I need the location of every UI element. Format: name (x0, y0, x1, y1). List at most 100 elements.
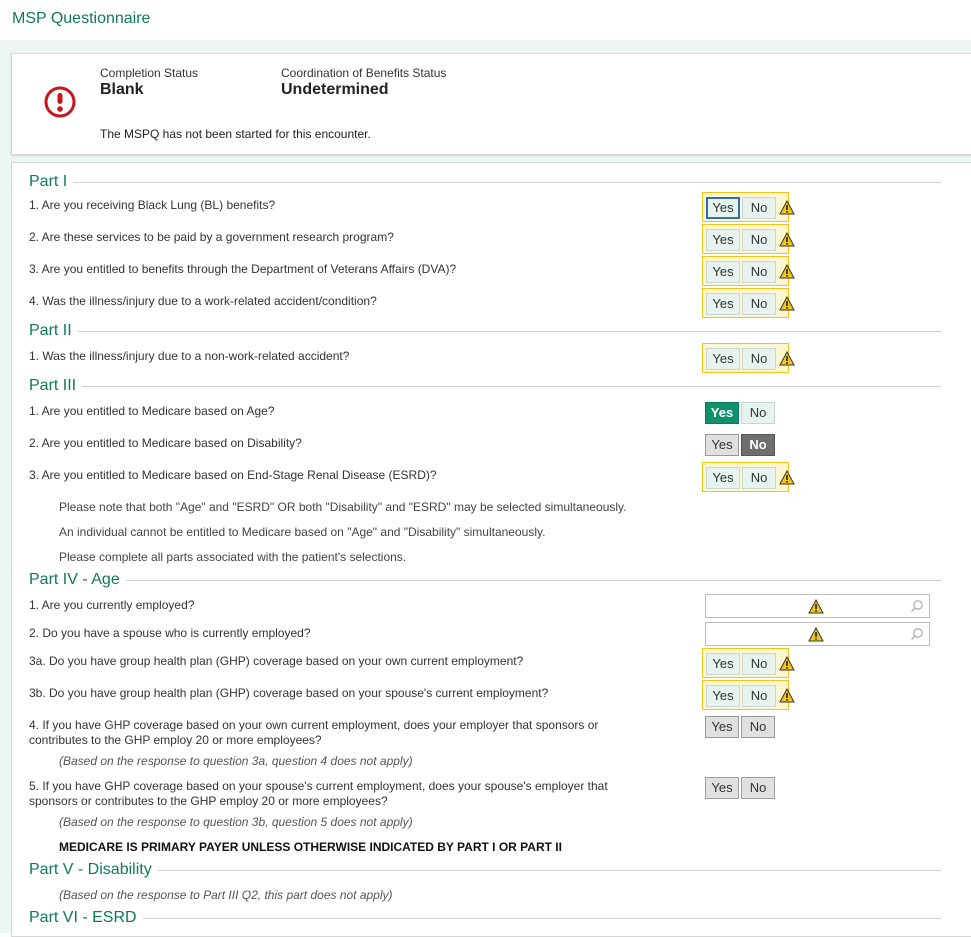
search-icon[interactable] (910, 627, 924, 641)
no-button[interactable]: No (742, 653, 776, 675)
part4-q4-label-line1: 4. If you have GHP coverage based on you… (29, 718, 599, 732)
divider (157, 869, 941, 871)
warning-icon (779, 688, 795, 703)
yes-button-disabled[interactable]: Yes (705, 716, 739, 738)
completion-status-label: Completion Status (100, 66, 199, 80)
no-button[interactable]: No (742, 348, 776, 370)
no-button[interactable]: No (742, 229, 776, 251)
part4-q1-label: 1. Are you currently employed? (29, 598, 195, 612)
part-5-title: Part V - Disability (29, 861, 152, 878)
warning-icon (779, 296, 795, 311)
part3-q2-toggle: Yes No (702, 430, 789, 460)
part3-q1-toggle: Yes No (702, 398, 789, 428)
part4-q3a-label: 3a. Do you have group health plan (GHP) … (29, 654, 524, 668)
no-button[interactable]: No (742, 293, 776, 315)
part-2-header: Part II (29, 321, 941, 341)
part1-q2-toggle: Yes No (702, 224, 789, 254)
part1-q4-label: 4. Was the illness/injury due to a work-… (29, 294, 377, 308)
part1-q2-label: 2. Are these services to be paid by a go… (29, 230, 394, 244)
part-3-title: Part III (29, 377, 77, 394)
part1-q3-toggle: Yes No (702, 256, 789, 286)
no-button[interactable]: No (742, 261, 776, 283)
no-button[interactable]: No (742, 467, 776, 489)
completion-status-value: Blank (100, 81, 144, 98)
yes-button-disabled[interactable]: Yes (705, 777, 739, 799)
part2-q1-toggle: Yes No (702, 343, 789, 373)
part-2-title: Part II (29, 322, 72, 339)
part4-q2-label: 2. Do you have a spouse who is currently… (29, 626, 311, 640)
divider (73, 181, 941, 183)
questionnaire-form: Part I 1. Are you receiving Black Lung (… (11, 162, 971, 937)
yes-button[interactable]: Yes (706, 348, 740, 370)
alert-icon (44, 86, 76, 118)
part1-q3-label: 3. Are you entitled to benefits through … (29, 262, 457, 276)
part1-q4-toggle: Yes No (702, 288, 789, 318)
status-message: The MSPQ has not been started for this e… (100, 127, 371, 141)
warning-icon (808, 627, 824, 642)
medicare-primary-note: MEDICARE IS PRIMARY PAYER UNLESS OTHERWI… (59, 840, 562, 854)
divider (142, 917, 941, 919)
warning-icon (779, 656, 795, 671)
no-button-selected[interactable]: No (741, 434, 775, 456)
part1-q1-label: 1. Are you receiving Black Lung (BL) ben… (29, 198, 276, 212)
part4-q4-label-line2: contributes to the GHP employ 20 or more… (29, 733, 322, 747)
no-button-disabled[interactable]: No (741, 716, 775, 738)
part4-q1-select[interactable] (705, 594, 930, 618)
yes-button-selected[interactable]: Yes (705, 402, 739, 424)
part3-note-3: Please complete all parts associated wit… (59, 550, 407, 564)
part2-q1-label: 1. Was the illness/injury due to a non-w… (29, 349, 350, 363)
part3-q1-label: 1. Are you entitled to Medicare based on… (29, 404, 275, 418)
yes-button[interactable]: Yes (706, 293, 740, 315)
yes-button[interactable]: Yes (706, 261, 740, 283)
part-1-header: Part I (29, 172, 941, 192)
no-button-disabled[interactable]: No (741, 777, 775, 799)
no-button[interactable]: No (741, 402, 775, 424)
part-6-title: Part VI - ESRD (29, 909, 137, 926)
part4-q3b-toggle: Yes No (702, 680, 789, 710)
part4-q3b-label: 3b. Do you have group health plan (GHP) … (29, 686, 549, 700)
title-bar: MSP Questionnaire (0, 0, 971, 40)
part-4-title: Part IV - Age (29, 571, 120, 588)
cob-status-label: Coordination of Benefits Status (281, 66, 447, 80)
part4-q5-label-line1: 5. If you have GHP coverage based on you… (29, 779, 608, 793)
part4-q4-toggle: Yes No (702, 712, 789, 742)
part4-q5-toggle: Yes No (702, 773, 789, 803)
yes-button[interactable]: Yes (705, 434, 739, 456)
yes-button[interactable]: Yes (706, 653, 740, 675)
part3-note-2: An individual cannot be entitled to Medi… (59, 525, 546, 539)
warning-icon (779, 351, 795, 366)
warning-icon (779, 264, 795, 279)
yes-button[interactable]: Yes (706, 685, 740, 707)
part3-q3-toggle: Yes No (702, 462, 789, 492)
yes-button[interactable]: Yes (706, 229, 740, 251)
part-6-header: Part VI - ESRD (29, 908, 941, 928)
yes-button[interactable]: Yes (706, 197, 740, 219)
part4-q3a-toggle: Yes No (702, 648, 789, 678)
divider (125, 579, 941, 581)
part4-q5-note: (Based on the response to question 3b, q… (59, 815, 413, 829)
warning-icon (779, 470, 795, 485)
no-button[interactable]: No (742, 685, 776, 707)
warning-icon (779, 232, 795, 247)
page-title: MSP Questionnaire (12, 10, 151, 27)
part3-note-1: Please note that both "Age" and "ESRD" O… (59, 500, 627, 514)
part-5-header: Part V - Disability (29, 860, 941, 880)
yes-button[interactable]: Yes (706, 467, 740, 489)
warning-icon (808, 599, 824, 614)
part-4-header: Part IV - Age (29, 570, 941, 590)
part3-q3-label: 3. Are you entitled to Medicare based on… (29, 468, 437, 482)
part-1-title: Part I (29, 173, 68, 190)
cob-status-value: Undetermined (281, 81, 389, 98)
part4-q5-label-line2: sponsors or contributes to the GHP emplo… (29, 794, 388, 808)
part-3-header: Part III (29, 376, 941, 396)
part4-q4-note: (Based on the response to question 3a, q… (59, 754, 413, 768)
search-icon[interactable] (910, 599, 924, 613)
part1-q1-toggle: Yes No (702, 192, 789, 222)
warning-icon (779, 200, 795, 215)
part3-q2-label: 2. Are you entitled to Medicare based on… (29, 436, 302, 450)
part5-note: (Based on the response to Part III Q2, t… (59, 888, 393, 902)
part4-q2-select[interactable] (705, 622, 930, 646)
status-panel: Completion Status Blank Coordination of … (11, 53, 971, 155)
divider (77, 330, 941, 332)
no-button[interactable]: No (742, 197, 776, 219)
